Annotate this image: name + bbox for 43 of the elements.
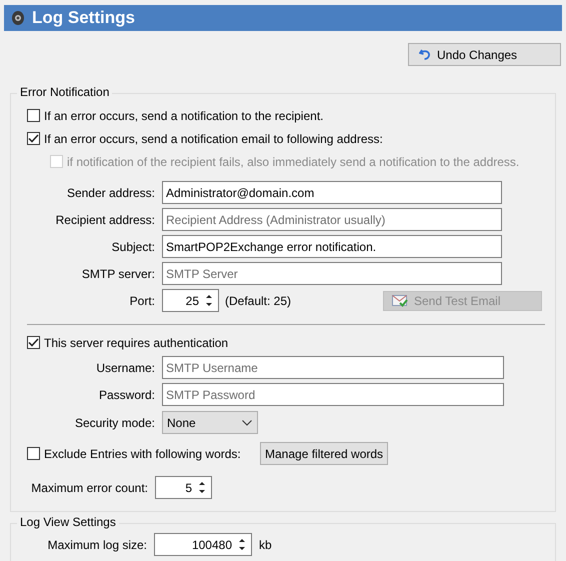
spin-arrows-icon[interactable] xyxy=(205,294,213,307)
manage-filtered-words-button[interactable]: Manage filtered words xyxy=(260,442,388,465)
field-label: Maximum log size: xyxy=(46,538,148,552)
field-label: Subject: xyxy=(110,240,156,254)
window-title: Log Settings xyxy=(32,8,135,28)
checkbox[interactable] xyxy=(27,109,40,122)
number-field[interactable]: 100480 xyxy=(154,533,252,556)
checkbox[interactable] xyxy=(27,447,40,460)
field-label: Username: xyxy=(95,360,156,374)
number-field[interactable]: 5 xyxy=(155,476,212,499)
checkbox-label: This server requires authentication xyxy=(44,336,228,350)
field-label: Password: xyxy=(98,388,156,402)
checkbox[interactable] xyxy=(27,132,40,145)
security-mode-dropdown[interactable]: None xyxy=(162,411,258,434)
unit-label: kb xyxy=(259,538,272,552)
chevron-down-icon xyxy=(242,420,252,426)
text-field[interactable]: Recipient Address (Administrator usually) xyxy=(162,208,502,231)
spin-arrows-icon[interactable] xyxy=(238,538,246,551)
checkbox-label: If an error occurs, send a notification to the recipient. xyxy=(44,108,324,122)
default-hint: (Default: 25) xyxy=(225,294,292,308)
gear-icon xyxy=(12,11,24,25)
field-label: SMTP server: xyxy=(80,266,156,280)
group-title: Log View Settings xyxy=(17,515,119,529)
text-field[interactable]: SMTP Username xyxy=(162,356,504,379)
checkbox-label: If an error occurs, send a notification email to following address: xyxy=(44,132,383,146)
field-label: Security mode: xyxy=(74,416,156,430)
text-field[interactable]: Administrator@domain.com xyxy=(162,181,502,204)
field-label: Sender address: xyxy=(66,186,156,200)
number-field[interactable]: 25 xyxy=(162,289,219,312)
text-field[interactable]: SMTP Password xyxy=(162,383,504,406)
text-field[interactable]: SmartPOP2Exchange error notification. xyxy=(162,235,502,258)
field-label: Maximum error count: xyxy=(30,480,149,494)
field-label: Port: xyxy=(128,294,156,308)
text-field[interactable]: SMTP Server xyxy=(162,262,502,285)
checkbox-label: Exclude Entries with following words: xyxy=(44,446,241,460)
undo-button[interactable]: Undo Changes xyxy=(408,43,561,66)
spin-arrows-icon[interactable] xyxy=(198,481,206,494)
checkbox-label: if notification of the recipient fails, also immediately send a notification to the address. xyxy=(67,154,520,168)
envelope-icon xyxy=(392,294,408,307)
undo-icon xyxy=(419,49,431,60)
group-title: Error Notification xyxy=(17,85,112,99)
checkbox[interactable] xyxy=(27,336,40,349)
field-label: Recipient address: xyxy=(54,212,156,226)
